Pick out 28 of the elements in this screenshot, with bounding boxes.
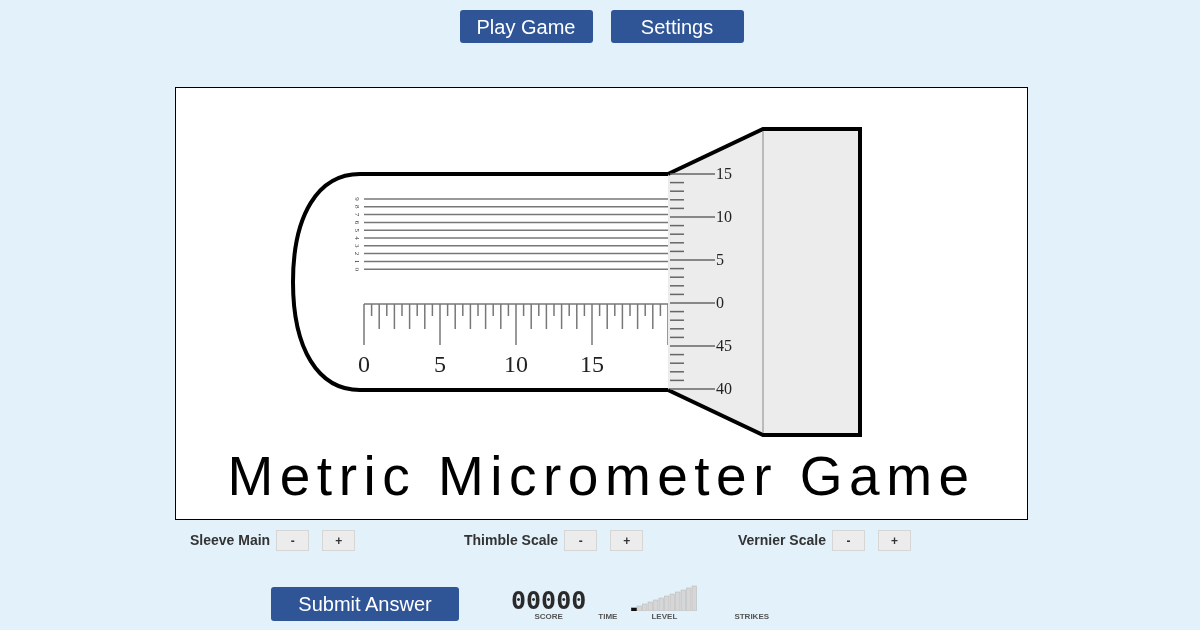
- sleeve-scale-number: 0: [358, 351, 370, 377]
- nav-button[interactable]: Settings: [610, 10, 744, 43]
- sleeve-scale-number: 15: [580, 351, 604, 377]
- adjuster-label: Thimble Scale: [464, 531, 559, 550]
- score-counter: 00000: [511, 590, 587, 612]
- thimble-scale-number: 5: [716, 251, 724, 268]
- sleeve-scale-number: 10: [504, 351, 528, 377]
- decrease-button[interactable]: -: [564, 530, 598, 551]
- increase-button[interactable]: +: [610, 530, 644, 551]
- decrease-button[interactable]: -: [831, 530, 865, 551]
- time-label: TIME: [598, 612, 618, 621]
- game-title: Metric Micrometer Game: [227, 444, 976, 508]
- sleeve-scale-number: 5: [434, 351, 446, 377]
- increase-button[interactable]: +: [877, 530, 911, 551]
- thimble-scale-number: 10: [716, 208, 732, 225]
- thimble-scale-number: 15: [716, 165, 732, 182]
- decrease-button[interactable]: -: [276, 530, 310, 551]
- thimble-scale-number: 40: [716, 380, 732, 397]
- score-label: SCORE: [534, 612, 563, 621]
- submit-answer-button[interactable]: Submit Answer: [271, 587, 459, 621]
- thimble-scale-number: 45: [716, 337, 732, 354]
- nav-button[interactable]: Play Game: [459, 10, 593, 43]
- adjuster-label: Sleeve Main: [190, 531, 271, 550]
- level-label: LEVEL: [651, 612, 678, 621]
- strikes-label: STRIKES: [734, 612, 770, 621]
- thimble-scale-number: 0: [716, 294, 724, 311]
- increase-button[interactable]: +: [322, 530, 356, 551]
- adjuster-label: Vernier Scale: [738, 531, 826, 550]
